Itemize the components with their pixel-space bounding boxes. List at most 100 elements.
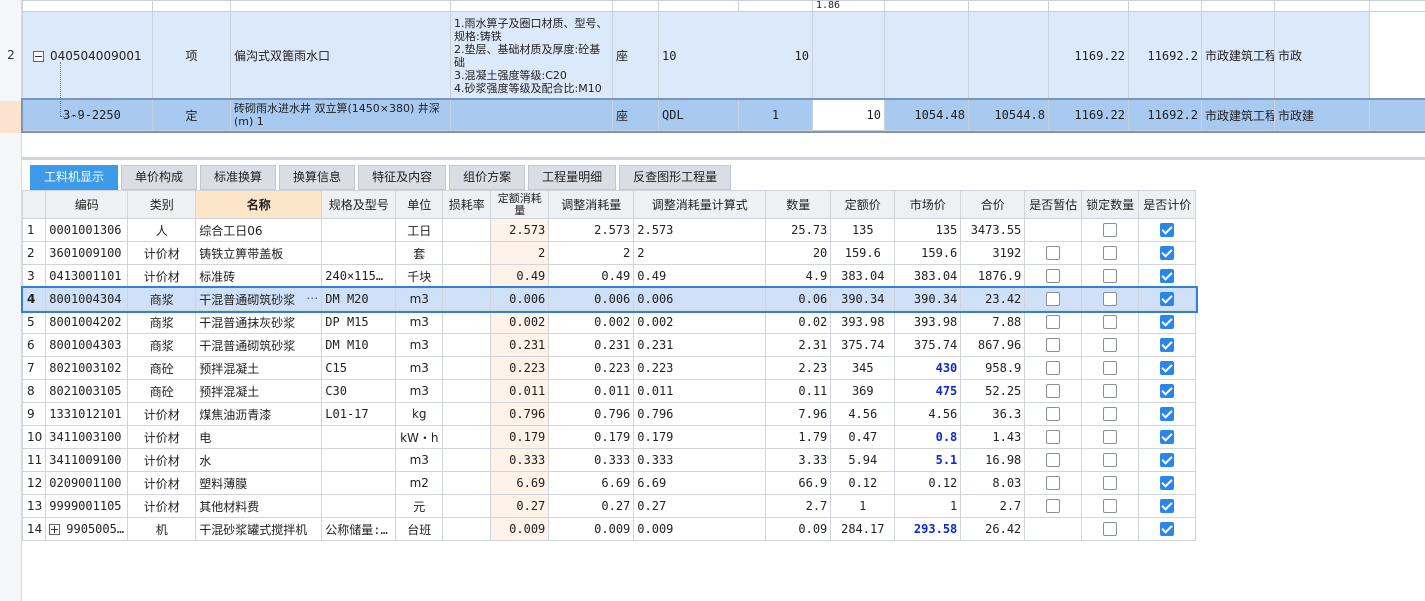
lock-qty-checkbox[interactable] bbox=[1103, 292, 1118, 307]
cell-name[interactable]: 标准砖 bbox=[195, 264, 323, 288]
cell-spec[interactable] bbox=[321, 471, 397, 495]
estimated-checkbox[interactable] bbox=[1046, 499, 1061, 514]
cell-adjusted-expr[interactable]: 2 bbox=[633, 241, 767, 265]
cell-lock-qty[interactable] bbox=[1081, 471, 1140, 495]
cell-lock-qty[interactable] bbox=[1081, 517, 1140, 541]
cell-type[interactable]: 人 bbox=[127, 218, 197, 242]
cell-unit[interactable]: m3 bbox=[395, 333, 444, 357]
cell-spec[interactable] bbox=[321, 448, 397, 472]
cell-lock-qty[interactable] bbox=[1081, 287, 1140, 311]
cell-spec[interactable]: DP M15 bbox=[321, 310, 397, 334]
cell-name[interactable]: 塑料薄膜 bbox=[195, 471, 323, 495]
table-row[interactable]: 12 0209001100 计价材 塑料薄膜 m2 6.69 6.69 6.69 66.9 0.1… bbox=[21, 471, 1197, 495]
cell-unit[interactable]: m3 bbox=[395, 310, 444, 334]
cell-code[interactable]: 8021003102 bbox=[45, 356, 129, 380]
col-loss[interactable]: 损耗率 bbox=[442, 190, 492, 219]
cell-priced[interactable] bbox=[1138, 379, 1197, 403]
cell-unit[interactable]: m3 bbox=[395, 379, 444, 403]
quota-qty-input[interactable]: 10 bbox=[812, 99, 885, 131]
table-row[interactable]: 11 3411009100 计价材水 m3 0.333 0.333 0.333 3.33 5.9… bbox=[21, 448, 1197, 472]
cell-lock-qty[interactable] bbox=[1081, 310, 1140, 334]
cell-lock-qty[interactable] bbox=[1081, 379, 1140, 403]
col-lock-qty[interactable]: 锁定数量 bbox=[1081, 190, 1140, 219]
cell-lock-qty[interactable] bbox=[1081, 448, 1140, 472]
priced-checkbox[interactable] bbox=[1160, 430, 1175, 445]
cell-market-price[interactable]: 159.6 bbox=[894, 241, 962, 265]
cell-code[interactable]: 9905005… bbox=[45, 517, 129, 541]
cell-loss[interactable] bbox=[442, 264, 492, 288]
cell-unit[interactable]: kW・h bbox=[395, 425, 444, 449]
cell-code[interactable]: 0413001101 bbox=[45, 264, 129, 288]
cell-lock-qty[interactable] bbox=[1081, 241, 1140, 265]
bill-name[interactable]: 偏沟式双篦雨水口 bbox=[230, 11, 451, 100]
cell-market-price[interactable]: 430 bbox=[894, 356, 962, 380]
cell-loss[interactable] bbox=[442, 241, 492, 265]
priced-checkbox[interactable] bbox=[1160, 315, 1175, 330]
tab-pricing-plan[interactable]: 组价方案 bbox=[449, 165, 526, 190]
cell-priced[interactable] bbox=[1138, 218, 1197, 242]
cell-spec[interactable] bbox=[321, 494, 397, 518]
cell-type[interactable]: 计价材 bbox=[127, 471, 197, 495]
cell-unit[interactable]: kg bbox=[395, 402, 444, 426]
cell-spec[interactable]: 240×115… bbox=[321, 264, 397, 288]
cell-spec[interactable]: C30 bbox=[321, 379, 397, 403]
col-estimated[interactable]: 是否暂估 bbox=[1024, 190, 1083, 219]
cell-market-price[interactable]: 390.34 bbox=[894, 287, 962, 311]
cell-estimated[interactable] bbox=[1024, 264, 1083, 288]
cell-adjusted-expr[interactable]: 0.002 bbox=[633, 310, 767, 334]
cell-name[interactable]: 综合工日06 bbox=[195, 218, 323, 242]
lock-qty-checkbox[interactable] bbox=[1103, 407, 1118, 422]
cell-market-price[interactable]: 1 bbox=[894, 494, 962, 518]
cell-adjusted-expr[interactable]: 0.009 bbox=[633, 517, 767, 541]
cell-code[interactable]: 8001004202 bbox=[45, 310, 129, 334]
cell-lock-qty[interactable] bbox=[1081, 333, 1140, 357]
priced-checkbox[interactable] bbox=[1160, 338, 1175, 353]
cell-market-price[interactable]: 4.56 bbox=[894, 402, 962, 426]
cell-market-price[interactable]: 375.74 bbox=[894, 333, 962, 357]
col-adjusted-expr[interactable]: 调整消耗量计算式 bbox=[633, 190, 767, 219]
cell-market-price[interactable]: 393.98 bbox=[894, 310, 962, 334]
lock-qty-checkbox[interactable] bbox=[1103, 361, 1118, 376]
cell-type[interactable]: 计价材 bbox=[127, 425, 197, 449]
quota-coef[interactable]: 1 bbox=[738, 99, 813, 131]
quota-unit[interactable]: 座 bbox=[612, 99, 659, 131]
cell-unit[interactable]: m3 bbox=[395, 448, 444, 472]
estimated-checkbox[interactable] bbox=[1046, 292, 1061, 307]
table-row[interactable]: 4 8001004304 商浆 干混普通砌筑砂浆 ⋯ DM M20 m3 0.006 0.006… bbox=[20, 285, 1198, 313]
cell-code[interactable]: 9999001105 bbox=[45, 494, 129, 518]
col-code[interactable]: 编码 bbox=[45, 190, 129, 219]
cell-name[interactable]: 干混普通砌筑砂浆 ⋯ bbox=[195, 287, 323, 311]
priced-checkbox[interactable] bbox=[1160, 269, 1175, 284]
cell-lock-qty[interactable] bbox=[1081, 402, 1140, 426]
cell-estimated[interactable] bbox=[1024, 448, 1083, 472]
pane-splitter[interactable] bbox=[21, 157, 1425, 160]
cell-adjusted[interactable]: 0.009 bbox=[548, 517, 635, 541]
cell-priced[interactable] bbox=[1138, 264, 1197, 288]
priced-checkbox[interactable] bbox=[1160, 292, 1175, 307]
tab-graphic-quantity[interactable]: 反查图形工程量 bbox=[619, 165, 732, 190]
cell-adjusted[interactable]: 0.223 bbox=[548, 356, 635, 380]
cell-name[interactable]: 干混砂浆罐式搅拌机 bbox=[195, 517, 323, 541]
cell-code[interactable]: 8001004303 bbox=[45, 333, 129, 357]
tab-standard-conversion[interactable]: 标准换算 bbox=[200, 165, 277, 190]
tab-unit-price[interactable]: 单价构成 bbox=[121, 165, 198, 190]
col-unit[interactable]: 单位 bbox=[395, 190, 444, 219]
cell-market-price[interactable]: 293.58 bbox=[894, 517, 962, 541]
cell-market-price[interactable]: 5.1 bbox=[894, 448, 962, 472]
priced-checkbox[interactable] bbox=[1160, 476, 1175, 491]
cell-unit[interactable]: 套 bbox=[395, 241, 444, 265]
cell-unit[interactable]: 台班 bbox=[395, 517, 444, 541]
cell-name[interactable]: 其他材料费 bbox=[195, 494, 323, 518]
cell-loss[interactable] bbox=[442, 287, 492, 311]
cell-name[interactable]: 干混普通砌筑砂浆 bbox=[195, 333, 323, 357]
col-adjusted[interactable]: 调整消耗量 bbox=[548, 190, 635, 219]
table-row[interactable]: 8 8021003105 商砼 预拌混凝土 C30 m3 0.011 0.011 0.011 0.… bbox=[21, 379, 1197, 403]
estimated-checkbox[interactable] bbox=[1046, 315, 1061, 330]
cell-priced[interactable] bbox=[1138, 448, 1197, 472]
estimated-checkbox[interactable] bbox=[1046, 361, 1061, 376]
cell-estimated[interactable] bbox=[1024, 241, 1083, 265]
cell-lock-qty[interactable] bbox=[1081, 494, 1140, 518]
cell-unit[interactable]: 千块 bbox=[395, 264, 444, 288]
priced-checkbox[interactable] bbox=[1160, 407, 1175, 422]
col-market-price[interactable]: 市场价 bbox=[894, 190, 962, 219]
